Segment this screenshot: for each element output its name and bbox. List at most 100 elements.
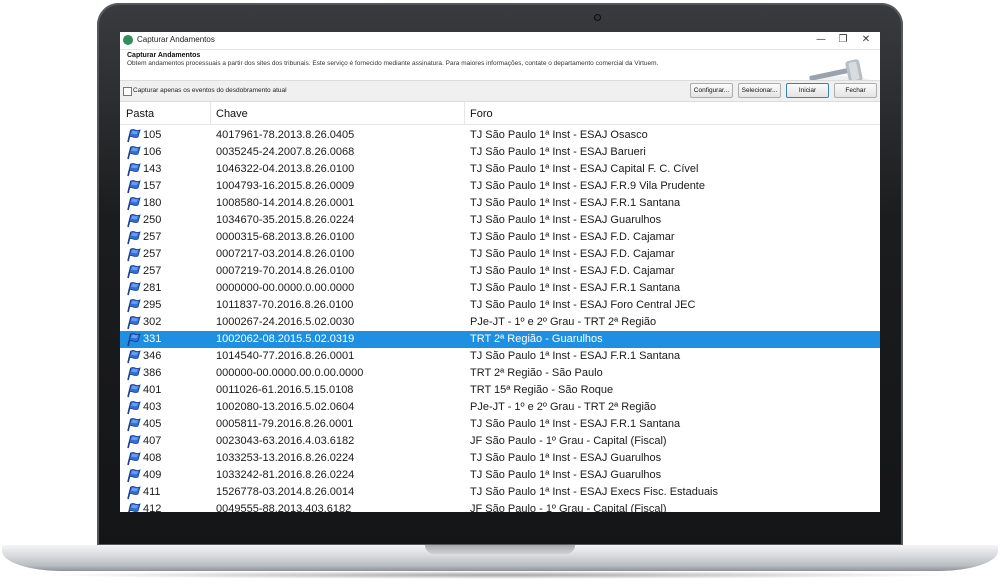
table-row[interactable]: 403 1002080-13.2016.5.02.0604 PJe-JT - 1º … [120, 399, 880, 416]
blue-flag-icon [125, 502, 142, 512]
foro-cell: TJ São Paulo 1ª Inst - ESAJ Osasco [470, 129, 648, 141]
selecionar-button[interactable]: Selecionar... [738, 83, 781, 98]
table-row[interactable]: 407 0023043-63.2016.4.03.6182 JF São Paulo… [120, 433, 880, 450]
foro-cell: PJe-JT - 1º e 2º Grau - TRT 2ª Região [470, 401, 657, 413]
foro-cell: TJ São Paulo 1ª Inst - ESAJ Capital F. C… [470, 163, 699, 175]
foro-cell: TJ São Paulo 1ª Inst - ESAJ Barueri [470, 146, 646, 158]
chave-cell: 1000267-24.2016.5.02.0030 [216, 316, 355, 328]
table-row[interactable]: 386 000000-00.0000.00.0.00.0000 TRT 2ª Reg… [120, 365, 880, 382]
pasta-cell: 281 [143, 282, 162, 294]
pasta-cell: 409 [143, 469, 162, 481]
foro-cell: TJ São Paulo 1ª Inst - ESAJ F.D. Cajamar [470, 248, 675, 260]
chave-cell: 0000000-00.0000.0.00.0000 [216, 282, 355, 294]
pasta-cell: 411 [143, 486, 161, 498]
table-row[interactable]: 281 0000000-00.0000.0.00.0000 TJ São Paulo… [120, 280, 880, 297]
chave-cell: 1034670-35.2015.8.26.0224 [216, 214, 355, 226]
blue-flag-icon [125, 366, 142, 381]
table-row[interactable]: 106 0035245-24.2007.8.26.0068 TJ São Paulo… [120, 144, 880, 161]
blue-flag-icon [125, 179, 142, 194]
column-header-foro[interactable]: Foro [470, 108, 493, 120]
pasta-cell: 346 [143, 350, 162, 362]
foro-cell: TJ São Paulo 1ª Inst - ESAJ F.R.1 Santan… [470, 350, 681, 362]
foro-cell: TJ São Paulo 1ª Inst - ESAJ F.D. Cajamar [470, 231, 675, 243]
app-icon [123, 35, 133, 45]
blue-flag-icon [125, 298, 142, 313]
chave-cell: 0011026-61.2016.5.15.0108 [216, 384, 354, 396]
title-bar[interactable]: Capturar Andamentos — ❐ ✕ [120, 32, 880, 50]
blue-flag-icon [125, 213, 142, 228]
table-row[interactable]: 411 1526778-03.2014.8.26.0014 TJ São Paulo… [120, 484, 880, 501]
chave-cell: 1011837-70.2016.8.26.0100 [216, 299, 354, 311]
header-title: Capturar Andamentos [127, 52, 201, 59]
blue-flag-icon [125, 145, 142, 160]
pasta-cell: 257 [143, 231, 162, 243]
pasta-cell: 331 [143, 333, 162, 345]
chave-cell: 1046322-04.2013.8.26.0100 [216, 163, 355, 175]
blue-flag-icon [125, 434, 142, 449]
close-button[interactable]: ✕ [855, 33, 877, 47]
configurar-button[interactable]: Configurar... [690, 83, 733, 98]
foro-cell: TJ São Paulo 1ª Inst - ESAJ F.R.1 Santan… [470, 197, 681, 209]
table-row[interactable]: 257 0007217-03.2014.8.26.0100 TJ São Paulo… [120, 246, 880, 263]
table-row[interactable]: 302 1000267-24.2016.5.02.0030 PJe-JT - 1º … [120, 314, 880, 331]
table-row[interactable]: 409 1033242-81.2016.8.26.0224 TJ São Paulo… [120, 467, 880, 484]
chave-cell: 1002080-13.2016.5.02.0604 [216, 401, 355, 413]
table-row[interactable]: 250 1034670-35.2015.8.26.0224 TJ São Paulo… [120, 212, 880, 229]
foro-cell: TJ São Paulo 1ª Inst - ESAJ Guarulhos [470, 469, 662, 481]
maximize-button[interactable]: ❐ [832, 33, 854, 47]
desdobramento-checkbox-label[interactable]: Capturar apenas os eventos do desdobrame… [133, 87, 287, 94]
blue-flag-icon [125, 349, 142, 364]
column-separator[interactable] [210, 102, 211, 124]
table-row[interactable]: 408 1033253-13.2016.8.26.0224 TJ São Paulo… [120, 450, 880, 467]
blue-flag-icon [125, 468, 142, 483]
table-row[interactable]: 257 0007219-70.2014.8.26.0100 TJ São Paulo… [120, 263, 880, 280]
column-separator[interactable] [464, 102, 465, 124]
blue-flag-icon [125, 264, 142, 279]
column-header-chave[interactable]: Chave [216, 108, 248, 120]
table-row[interactable]: 331 1002062-08.2015.5.02.0319 TRT 2ª Regiã… [120, 331, 880, 348]
pasta-cell: 257 [143, 248, 162, 260]
process-list[interactable]: Pasta Chave Foro 105 4017961-78.2013.8.26… [120, 102, 880, 512]
chave-cell: 1033242-81.2016.8.26.0224 [216, 469, 355, 481]
pasta-cell: 412 [143, 503, 162, 512]
pasta-cell: 408 [143, 452, 162, 464]
chave-cell: 1002062-08.2015.5.02.0319 [216, 333, 355, 345]
table-row[interactable]: 412 0049555-88.2013.403.6182 JF São Paulo … [120, 501, 880, 512]
chave-cell: 4017961-78.2013.8.26.0405 [216, 129, 355, 141]
blue-flag-icon [125, 230, 142, 245]
chave-cell: 0000315-68.2013.8.26.0100 [216, 231, 355, 243]
table-row[interactable]: 143 1046322-04.2013.8.26.0100 TJ São Paulo… [120, 161, 880, 178]
foro-cell: TJ São Paulo 1ª Inst - ESAJ F.R.9 Vila P… [470, 180, 705, 192]
table-row[interactable]: 346 1014540-77.2016.8.26.0001 TJ São Paulo… [120, 348, 880, 365]
foro-cell: TJ São Paulo 1ª Inst - ESAJ Execs Fisc. … [470, 486, 719, 498]
chave-cell: 1004793-16.2015.8.26.0009 [216, 180, 355, 192]
chave-cell: 0005811-79.2016.8.26.0001 [216, 418, 354, 430]
pasta-cell: 403 [143, 401, 162, 413]
desdobramento-checkbox[interactable] [123, 87, 132, 96]
table-row[interactable]: 401 0011026-61.2016.5.15.0108 TRT 15ª Regi… [120, 382, 880, 399]
chave-cell: 0023043-63.2016.4.03.6182 [216, 435, 355, 447]
table-row[interactable]: 295 1011837-70.2016.8.26.0100 TJ São Paulo… [120, 297, 880, 314]
table-row[interactable]: 405 0005811-79.2016.8.26.0001 TJ São Paulo… [120, 416, 880, 433]
foro-cell: PJe-JT - 1º e 2º Grau - TRT 2ª Região [470, 316, 657, 328]
blue-flag-icon [125, 162, 142, 177]
minimize-button[interactable]: — [810, 33, 832, 47]
pasta-cell: 105 [143, 129, 162, 141]
foro-cell: JF São Paulo - 1º Grau - Capital (Fiscal… [470, 503, 667, 512]
table-row[interactable]: 105 4017961-78.2013.8.26.0405 TJ São Paulo… [120, 127, 880, 144]
blue-flag-icon [125, 315, 142, 330]
fechar-button[interactable]: Fechar [834, 83, 877, 98]
header-description: Obtem andamentos processuais a partir do… [127, 60, 659, 67]
blue-flag-icon [125, 332, 142, 347]
pasta-cell: 407 [143, 435, 162, 447]
table-row[interactable]: 257 0000315-68.2013.8.26.0100 TJ São Paulo… [120, 229, 880, 246]
laptop-shadow [40, 571, 960, 579]
table-row[interactable]: 180 1008580-14.2014.8.26.0001 TJ São Paulo… [120, 195, 880, 212]
foro-cell: TJ São Paulo 1ª Inst - ESAJ F.D. Cajamar [470, 265, 675, 277]
foro-cell: TRT 2ª Região - Guarulhos [470, 333, 603, 345]
column-header-pasta[interactable]: Pasta [126, 108, 154, 120]
iniciar-button[interactable]: Iniciar [786, 83, 829, 98]
table-row[interactable]: 157 1004793-16.2015.8.26.0009 TJ São Paulo… [120, 178, 880, 195]
foro-cell: TJ São Paulo 1ª Inst - ESAJ F.R.1 Santan… [470, 282, 681, 294]
blue-flag-icon [125, 417, 142, 432]
